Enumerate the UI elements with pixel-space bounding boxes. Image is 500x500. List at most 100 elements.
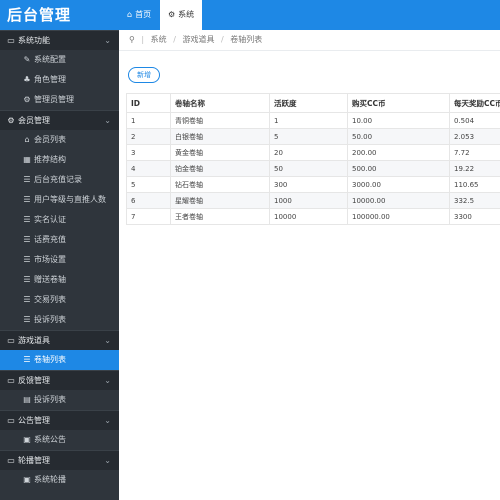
breadcrumb-item-current: 卷轴列表 — [230, 35, 263, 44]
list-icon: ☰ — [23, 315, 31, 324]
sidebar-item-label: 会员列表 — [34, 135, 66, 144]
tab-system-label: 系统 — [178, 10, 195, 19]
folder-icon: ▭ — [7, 416, 15, 425]
folder-icon: ▭ — [7, 376, 15, 385]
sidebar-item[interactable]: ⌂ 会员列表 — [0, 130, 119, 150]
document-icon: ▤ — [23, 395, 31, 404]
chevron-down-icon: ⌄ — [104, 456, 111, 465]
cell-activity: 10000 — [269, 208, 348, 225]
cell-name: 青铜卷轴 — [170, 112, 270, 129]
sidebar-item-label: 赠送卷轴 — [34, 275, 66, 284]
sidebar-group-5[interactable]: ▭ 轮播管理 ⌄ — [0, 450, 119, 470]
cell-name: 钻石卷轴 — [170, 176, 270, 193]
sidebar-item[interactable]: ☰ 市场设置 — [0, 250, 119, 270]
sidebar-item[interactable]: ☰ 卷轴列表 — [0, 350, 119, 370]
sidebar-item[interactable]: ✎ 系统配置 — [0, 50, 119, 70]
sidebar-item-label: 系统轮播 — [34, 475, 66, 484]
sidebar-item[interactable]: ▣ 系统公告 — [0, 430, 119, 450]
sidebar-item[interactable]: ☰ 用户等级与直推人数 — [0, 190, 119, 210]
sidebar-item-label: 推荐结构 — [34, 155, 66, 164]
cell-name: 铂金卷轴 — [170, 160, 270, 177]
folder-icon: ▭ — [7, 336, 15, 345]
cell-id: 4 — [126, 160, 171, 177]
column-header-name: 卷轴名称 — [170, 93, 270, 113]
sidebar-item-label: 卷轴列表 — [34, 355, 66, 364]
table-row[interactable]: 7 王者卷轴 10000 100000.00 3300 — [126, 208, 500, 225]
sidebar-item[interactable]: ☰ 话费充值 — [0, 230, 119, 250]
list-icon: ☰ — [23, 215, 31, 224]
table-row[interactable]: 3 黄金卷轴 20 200.00 7.72 — [126, 144, 500, 161]
sidebar-group-1[interactable]: ⚙ 会员管理 ⌄ — [0, 110, 119, 130]
column-header-activity: 活跃度 — [269, 93, 348, 113]
sidebar-group-4[interactable]: ▭ 公告管理 ⌄ — [0, 410, 119, 430]
sidebar: 后台管理 ▭ 系统功能 ⌄ ✎ 系统配置 ♣ 角色管理 ⚙ 管理员管理 ⚙ 会员管理 ⌄ ⌂ 会员列表 ▦ 推… — [0, 0, 119, 500]
sidebar-item[interactable]: ☰ 后台充值记录 — [0, 170, 119, 190]
column-header-daily-reward: 每天奖励CC币 — [449, 93, 500, 113]
table-row[interactable]: 6 星耀卷轴 1000 10000.00 332.5 — [126, 192, 500, 209]
tab-home-label: 首页 — [135, 10, 152, 19]
cell-daily-reward: 7.72 — [449, 144, 500, 161]
cell-id: 7 — [126, 208, 171, 225]
cell-activity: 20 — [269, 144, 348, 161]
scroll-table: ID 卷轴名称 活跃度 购买CC币 每天奖励CC币 1 青铜卷轴 1 10.00 0.5… — [126, 93, 500, 225]
sidebar-group-2[interactable]: ▭ 游戏道具 ⌄ — [0, 330, 119, 350]
sidebar-item-label: 话费充值 — [34, 235, 66, 244]
table-row[interactable]: 1 青铜卷轴 1 10.00 0.504 — [126, 112, 500, 129]
sidebar-item[interactable]: ☰ 交易列表 — [0, 290, 119, 310]
list-icon: ☰ — [23, 175, 31, 184]
breadcrumb-separator: | — [141, 35, 145, 44]
column-header-price: 购买CC币 — [347, 93, 450, 113]
sidebar-group-3[interactable]: ▭ 反馈管理 ⌄ — [0, 370, 119, 390]
app-logo-title: 后台管理 — [0, 0, 119, 30]
cell-name: 王者卷轴 — [170, 208, 270, 225]
sidebar-item[interactable]: ☰ 实名认证 — [0, 210, 119, 230]
home-icon: ⌂ — [127, 10, 133, 19]
cell-name: 白银卷轴 — [170, 128, 270, 145]
sidebar-item[interactable]: ▦ 推荐结构 — [0, 150, 119, 170]
cell-name: 星耀卷轴 — [170, 192, 270, 209]
cell-daily-reward: 3300 — [449, 208, 500, 225]
sidebar-group-0[interactable]: ▭ 系统功能 ⌄ — [0, 30, 119, 50]
grid-icon: ▦ — [23, 155, 31, 164]
cell-activity: 1 — [269, 112, 348, 129]
sidebar-item-label: 角色管理 — [34, 75, 66, 84]
tab-home[interactable]: ⌂ 首页 — [119, 0, 159, 30]
sidebar-group-label: 游戏道具 — [18, 336, 50, 345]
sidebar-item-label: 管理员管理 — [34, 95, 74, 104]
cell-activity: 1000 — [269, 192, 348, 209]
table-row[interactable]: 2 白银卷轴 5 50.00 2.053 — [126, 128, 500, 145]
sidebar-group-label: 轮播管理 — [18, 456, 50, 465]
table-row[interactable]: 5 钻石卷轴 300 3000.00 110.65 — [126, 176, 500, 193]
breadcrumb-item[interactable]: 游戏道具 — [182, 35, 214, 44]
cell-id: 2 — [126, 128, 171, 145]
sidebar-item[interactable]: ▤ 投诉列表 — [0, 390, 119, 410]
sidebar-item[interactable]: ☰ 赠送卷轴 — [0, 270, 119, 290]
table-row[interactable]: 4 铂金卷轴 50 500.00 19.22 — [126, 160, 500, 177]
cell-daily-reward: 2.053 — [449, 128, 500, 145]
cell-price: 50.00 — [347, 128, 450, 145]
sidebar-item-label: 交易列表 — [34, 295, 66, 304]
cell-activity: 300 — [269, 176, 348, 193]
sidebar-item[interactable]: ▣ 系统轮播 — [0, 470, 119, 490]
tab-system[interactable]: ⚙ 系统 — [160, 0, 203, 30]
add-button[interactable]: 新增 — [128, 67, 160, 83]
sidebar-item-label: 投诉列表 — [34, 315, 66, 324]
cell-daily-reward: 332.5 — [449, 192, 500, 209]
cell-price: 3000.00 — [347, 176, 450, 193]
breadcrumb-separator: / — [173, 35, 176, 44]
sidebar-item-label: 投诉列表 — [34, 395, 66, 404]
breadcrumb: ⚲ | 系统 / 游戏道具 / 卷轴列表 — [119, 30, 500, 51]
cell-daily-reward: 19.22 — [449, 160, 500, 177]
cell-name: 黄金卷轴 — [170, 144, 270, 161]
sidebar-item-label: 系统配置 — [34, 55, 66, 64]
wrench-icon: ✎ — [23, 55, 31, 64]
sidebar-item[interactable]: ♣ 角色管理 — [0, 70, 119, 90]
folder-icon: ▭ — [7, 456, 15, 465]
cell-daily-reward: 0.504 — [449, 112, 500, 129]
sidebar-item[interactable]: ☰ 投诉列表 — [0, 310, 119, 330]
sidebar-group-label: 会员管理 — [18, 116, 50, 125]
cell-price: 100000.00 — [347, 208, 450, 225]
list-icon: ☰ — [23, 355, 31, 364]
sidebar-item[interactable]: ⚙ 管理员管理 — [0, 90, 119, 110]
breadcrumb-item[interactable]: 系统 — [151, 35, 167, 44]
